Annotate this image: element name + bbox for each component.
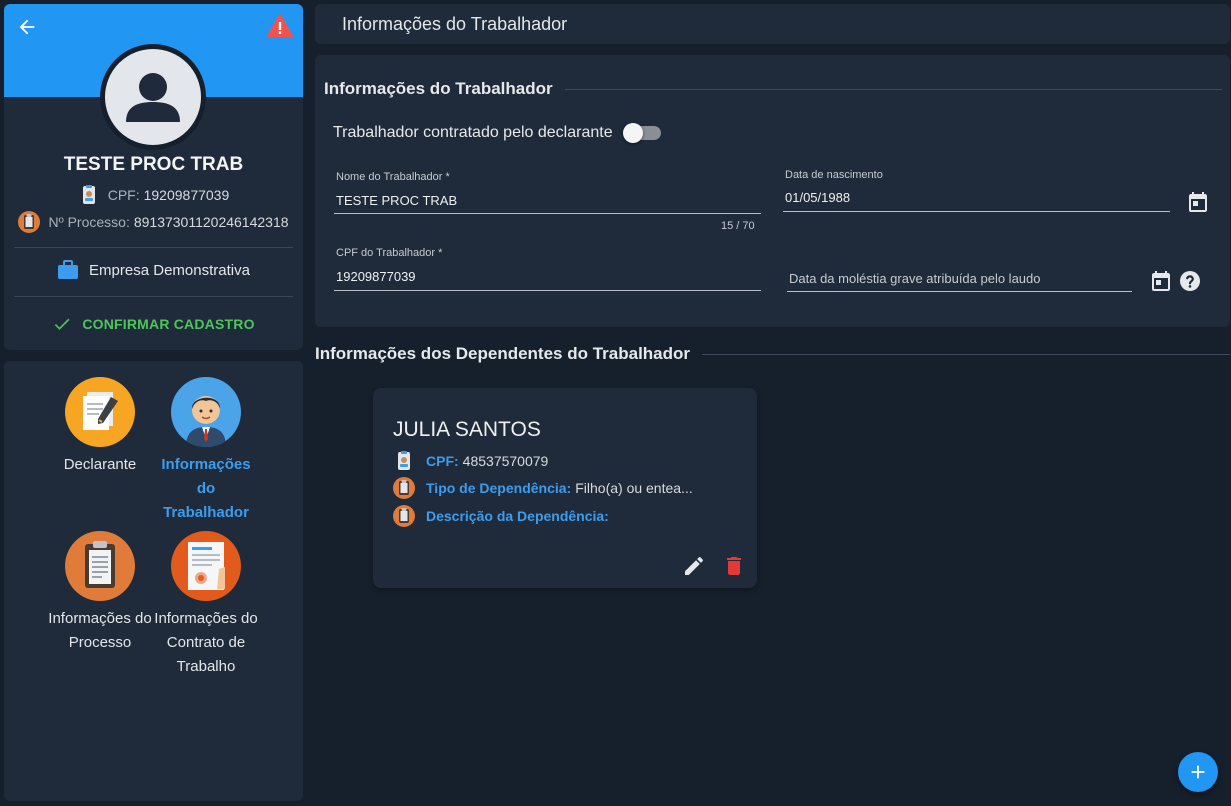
clipboard-badge-icon (393, 505, 415, 527)
profile-name: TESTE PROC TRAB (63, 154, 244, 175)
worker-info-form: Informações do Trabalhador Trabalhador c… (315, 55, 1230, 327)
nav-item-informacoes-contrato[interactable]: Informações do Contrato de Trabalho (153, 531, 259, 679)
worker-avatar-icon (171, 377, 241, 447)
worker-name-counter: 15 / 70 (721, 220, 755, 232)
nav-item-informacoes-processo[interactable]: Informações do Processo (47, 531, 153, 655)
clipboard-badge-icon (18, 211, 41, 233)
dependent-name: JULIA SANTOS (393, 418, 541, 441)
help-icon[interactable] (1178, 269, 1202, 293)
worker-cpf-value[interactable]: 19209877039 (336, 269, 416, 284)
dependent-tipo-value: Filho(a) ou entea... (575, 480, 693, 496)
divider (14, 247, 293, 248)
company-row: Empresa Demonstrativa (4, 260, 303, 280)
worker-cpf-label: CPF do Trabalhador * (336, 247, 443, 259)
section-divider (564, 88, 1222, 90)
hired-by-declarant-toggle[interactable] (622, 123, 661, 143)
toggle-knob (622, 123, 643, 143)
birth-date-value[interactable]: 01/05/1988 (785, 190, 850, 205)
person-icon (126, 73, 180, 122)
birth-date-field[interactable]: Data de nascimento 01/05/1988 (783, 169, 1170, 212)
dependent-card: JULIA SANTOS CPF: 48537570079 Tipo de De… (373, 388, 757, 588)
confirm-registration-button[interactable]: CONFIRMAR CADASTRO (4, 314, 303, 334)
document-pen-icon (65, 377, 135, 447)
check-icon (55, 318, 70, 330)
nav-card: Declarante Informações do Trabalhador In… (4, 361, 303, 801)
add-dependent-button[interactable] (1178, 752, 1218, 792)
processo-value: 89137301120246142318 (133, 214, 289, 230)
hired-by-declarant-toggle-row: Trabalhador contratado pelo declarante (333, 123, 661, 143)
avatar (100, 44, 206, 150)
plus-icon (1191, 765, 1205, 779)
dependents-section-title: Informações dos Dependentes do Trabalhad… (315, 344, 1230, 364)
cpf-label: CPF: (107, 187, 140, 203)
profile-card: TESTE PROC TRAB CPF: 19209877039 Nº Proc… (4, 4, 303, 350)
dependents-section-title-text: Informações dos Dependentes do Trabalhad… (315, 344, 691, 363)
nav-item-declarante[interactable]: Declarante (47, 377, 153, 477)
calendar-icon[interactable] (1149, 269, 1173, 293)
page-header: Informações do Trabalhador (315, 4, 1230, 44)
company-name: Empresa Demonstrativa (89, 261, 250, 279)
confirm-label: CONFIRMAR CADASTRO (82, 316, 255, 332)
birth-date-label: Data de nascimento (785, 169, 883, 181)
contract-icon (171, 531, 241, 601)
form-section-title-text: Informações do Trabalhador (324, 79, 553, 98)
section-divider (702, 353, 1230, 355)
dependent-descricao-row: Descrição da Dependência: (393, 505, 613, 527)
illness-date-placeholder: Data da moléstia grave atribuída pelo la… (789, 271, 1041, 286)
briefcase-icon (58, 260, 79, 279)
profile-processo: Nº Processo: 89137301120246142318 (4, 211, 303, 233)
toggle-label: Trabalhador contratado pelo declarante (333, 124, 613, 141)
id-badge-icon (398, 451, 410, 470)
form-section-title: Informações do Trabalhador (324, 79, 1222, 99)
illness-date-field[interactable]: Data da moléstia grave atribuída pelo la… (787, 265, 1132, 292)
nav-label: Informações do Processo (48, 610, 152, 651)
clipboard-icon (65, 531, 135, 601)
dependent-cpf-value: 48537570079 (462, 453, 549, 469)
id-badge-icon (82, 185, 95, 204)
worker-name-value[interactable]: TESTE PROC TRAB (336, 193, 457, 208)
dependent-cpf-label: CPF: (426, 453, 459, 469)
back-arrow-icon[interactable] (16, 16, 38, 38)
calendar-icon[interactable] (1186, 190, 1210, 214)
worker-cpf-field[interactable]: CPF do Trabalhador * 19209877039 (334, 247, 761, 291)
delete-icon[interactable] (722, 554, 746, 578)
dependent-tipo-row: Tipo de Dependência: Filho(a) ou entea..… (393, 477, 693, 499)
page-title: Informações do Trabalhador (342, 13, 568, 34)
worker-name-label: Nome do Trabalhador * (336, 171, 450, 183)
processo-label: Nº Processo: (48, 214, 130, 230)
dependent-cpf-row: CPF: 48537570079 (393, 450, 548, 472)
cpf-value: 19209877039 (143, 187, 230, 203)
nav-label: Declarante (63, 456, 137, 473)
dependent-tipo-label: Tipo de Dependência: (426, 480, 572, 496)
profile-cpf: CPF: 19209877039 (4, 184, 303, 206)
nav-label: Informações do Trabalhador (161, 456, 251, 521)
divider (14, 296, 293, 297)
dependent-descricao-label: Descrição da Dependência: (426, 508, 609, 524)
edit-icon[interactable] (682, 554, 706, 578)
worker-name-field[interactable]: Nome do Trabalhador * TESTE PROC TRAB (334, 171, 761, 214)
clipboard-badge-icon (393, 477, 415, 499)
nav-label: Informações do Contrato de Trabalho (154, 610, 258, 675)
warning-icon[interactable] (267, 14, 293, 38)
nav-item-informacoes-trabalhador[interactable]: Informações do Trabalhador (153, 377, 259, 525)
